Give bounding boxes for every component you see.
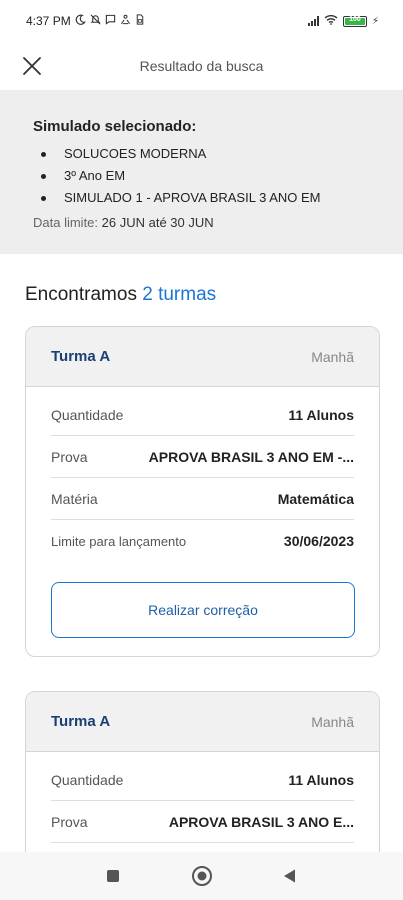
home-button[interactable] [186, 860, 218, 892]
row-label: Quantidade [51, 771, 124, 788]
row-label: Matéria [51, 490, 98, 507]
info-row-subject: Matéria Matemática [51, 478, 354, 520]
row-value: APROVA BRASIL 3 ANO E... [168, 813, 354, 830]
class-shift: Manhã [311, 348, 354, 365]
deadline-range: 26 JUN até 30 JUN [101, 215, 214, 230]
system-nav-bar [0, 852, 403, 900]
class-card-header: Turma A Manhã [26, 327, 379, 387]
class-name: Turma A [51, 713, 111, 730]
page-title: Resultado da busca [139, 58, 264, 74]
selected-exam-item: SIMULADO 1 - APROVA BRASIL 3 ANO EM [33, 189, 403, 211]
close-button[interactable] [16, 50, 48, 82]
info-row-exam: Prova APROVA BRASIL 3 ANO EM -... [51, 436, 354, 478]
results-heading: Encontramos 2 turmas [25, 284, 216, 306]
row-label: Limite para lançamento [51, 533, 187, 549]
row-value: 11 Alunos [288, 406, 354, 423]
app-bar: Resultado da busca [0, 42, 403, 90]
results-prefix: Encontramos [25, 284, 137, 305]
row-value: 30/06/2023 [283, 533, 354, 549]
back-button[interactable] [274, 860, 306, 892]
class-card-header: Turma A Manhã [26, 692, 379, 752]
status-right: 100 ⚡ [307, 14, 379, 28]
info-row-quantity: Quantidade 11 Alunos [51, 394, 354, 436]
status-time: 4:37 PM [26, 14, 71, 28]
recents-square-icon [107, 870, 119, 882]
charging-icon: ⚡ [371, 15, 379, 27]
status-bar: 4:37 PM 100 ⚡ [0, 0, 403, 42]
message-icon [105, 14, 116, 28]
selected-exam-item: 3º Ano EM [33, 167, 403, 189]
battery-icon: 100 [342, 15, 367, 27]
row-value: 11 Alunos [288, 771, 354, 788]
info-row-quantity: Quantidade 11 Alunos [51, 759, 354, 801]
class-name: Turma A [51, 348, 111, 365]
recents-button[interactable] [97, 860, 129, 892]
class-card: Turma A Manhã Quantidade 11 Alunos Prova… [25, 326, 380, 657]
deadline-label: Data limite: [33, 215, 99, 230]
info-row-deadline: Limite para lançamento 30/06/2023 [51, 520, 354, 562]
info-row-exam: Prova APROVA BRASIL 3 ANO E... [51, 801, 354, 843]
status-left: 4:37 PM [26, 14, 145, 28]
battery-level: 100 [349, 15, 361, 23]
moon-icon [75, 14, 86, 28]
sim-icon [135, 14, 145, 28]
row-label: Prova [51, 448, 88, 465]
results-count: 2 turmas [142, 284, 217, 305]
selected-exam-item: SOLUCOES MODERNA [33, 145, 403, 167]
row-label: Prova [51, 813, 88, 830]
row-label: Quantidade [51, 406, 124, 423]
transfer-icon [120, 14, 131, 28]
deadline-text: Data limite: 26 JUN até 30 JUN [33, 215, 403, 230]
selected-exam-heading: Simulado selecionado: [33, 118, 197, 135]
signal-icon [307, 16, 319, 26]
selected-exam-panel: Simulado selecionado: SOLUCOES MODERNA 3… [0, 90, 403, 254]
home-circle-icon [192, 866, 212, 886]
selected-exam-list: SOLUCOES MODERNA 3º Ano EM SIMULADO 1 - … [33, 145, 403, 211]
muted-icon [90, 14, 101, 28]
class-card-body: Quantidade 11 Alunos Prova APROVA BRASIL… [26, 759, 379, 843]
row-value: Matemática [277, 490, 354, 507]
wifi-icon [324, 14, 338, 28]
class-card-body: Quantidade 11 Alunos Prova APROVA BRASIL… [26, 394, 379, 638]
perform-correction-button[interactable]: Realizar correção [51, 582, 355, 638]
class-shift: Manhã [311, 713, 354, 730]
row-value: APROVA BRASIL 3 ANO EM -... [148, 448, 354, 465]
close-icon [23, 57, 41, 75]
back-triangle-icon [284, 869, 295, 883]
